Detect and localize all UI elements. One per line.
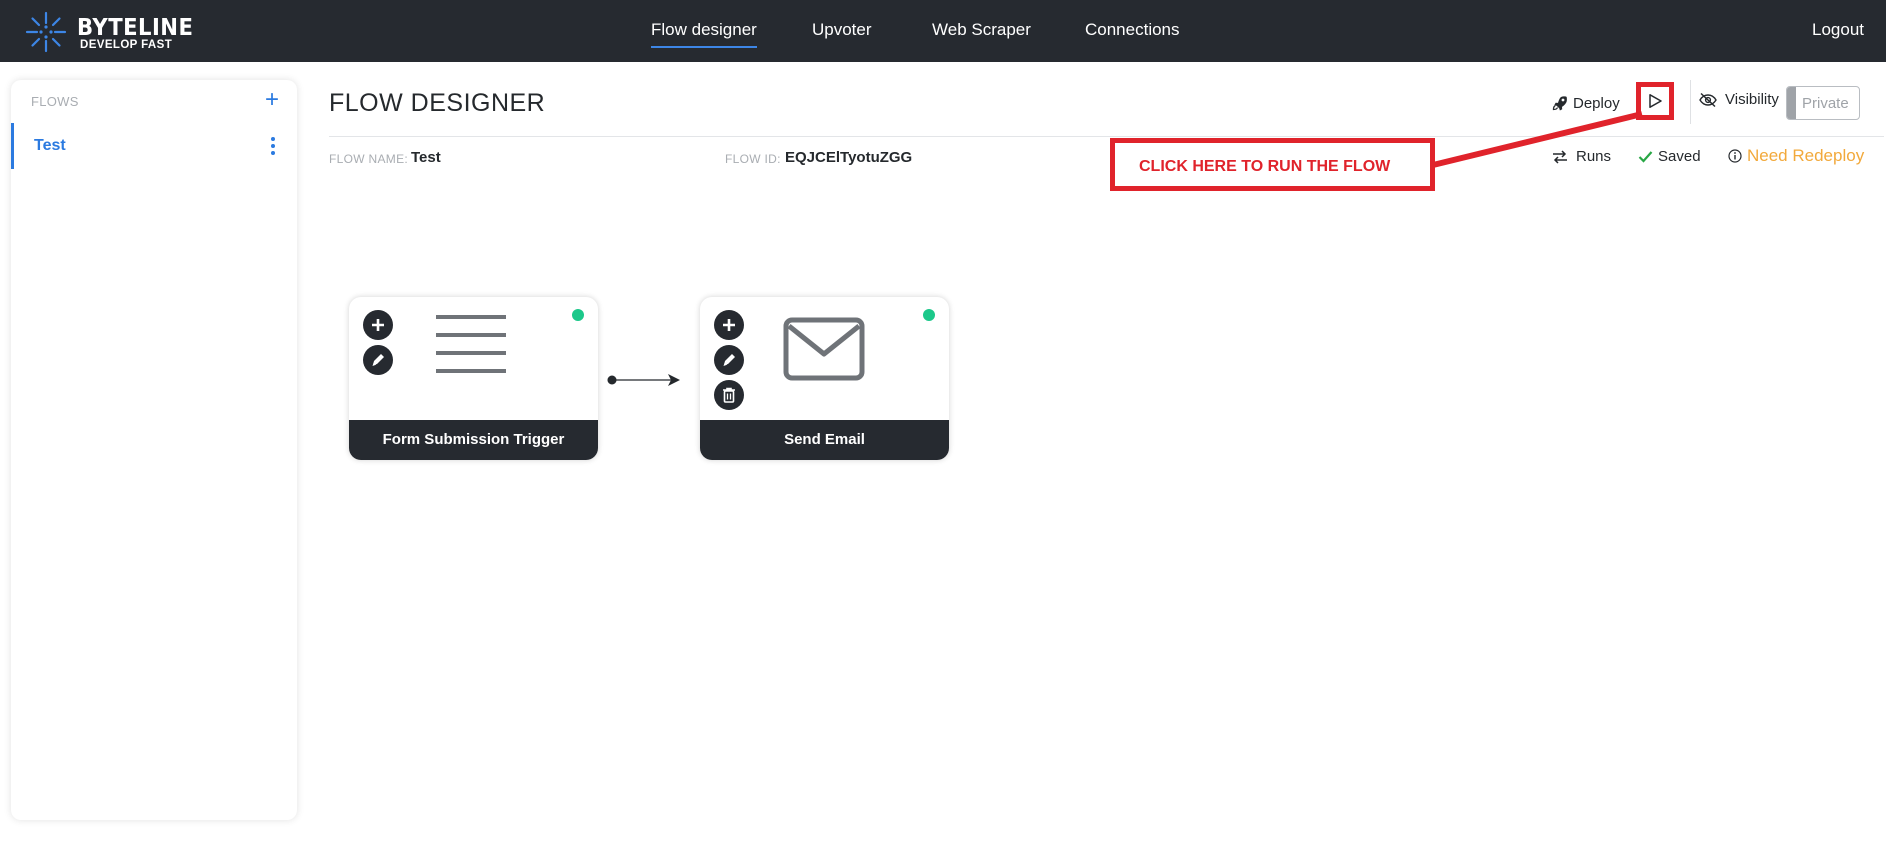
swap-arrows-icon — [1553, 149, 1567, 164]
deploy-label: Deploy — [1573, 94, 1620, 112]
run-flow-button[interactable] — [1636, 82, 1674, 120]
plus-icon — [723, 319, 735, 331]
info-circle-icon — [1728, 149, 1742, 163]
pencil-icon — [372, 354, 384, 366]
flow-id-value: EQJCElTyotuZGG — [785, 149, 913, 166]
trash-icon — [723, 387, 735, 403]
status-dot — [572, 309, 584, 321]
header-divider-line — [329, 136, 1884, 137]
runs-label: Runs — [1576, 148, 1612, 165]
need-redeploy-status: Need Redeploy — [1728, 146, 1864, 166]
visibility-label: Visibility — [1725, 91, 1779, 108]
nav-connections[interactable]: Connections — [1085, 20, 1180, 40]
brand-tagline: DEVELOP FAST — [80, 39, 173, 51]
flow-id-label: FLOW ID: — [725, 152, 781, 166]
runs-button[interactable]: Runs — [1552, 148, 1611, 165]
flow-node-send-email[interactable]: Send Email — [700, 297, 949, 460]
nav-flow-designer[interactable]: Flow designer — [651, 20, 757, 48]
delete-step-button[interactable] — [714, 380, 744, 410]
byteline-logo[interactable]: BYTELINE DEVELOP FAST — [24, 8, 193, 54]
form-lines-icon — [436, 315, 506, 373]
flow-node-form-submission-trigger[interactable]: Form Submission Trigger — [349, 297, 598, 460]
callout-text: CLICK HERE TO RUN THE FLOW — [1139, 158, 1391, 175]
visibility-value: Private — [1802, 95, 1849, 112]
flow-name-value: Test — [411, 149, 441, 166]
node-title: Send Email — [700, 420, 949, 460]
rocket-icon — [1552, 96, 1567, 111]
sidebar-item-label: Test — [34, 137, 66, 154]
page-title: FLOW DESIGNER — [329, 89, 546, 117]
header-divider — [1690, 80, 1691, 124]
top-navbar: BYTELINE DEVELOP FAST Flow designer Upvo… — [0, 0, 1886, 62]
redeploy-label: Need Redeploy — [1747, 146, 1865, 165]
plus-icon — [372, 319, 384, 331]
pencil-icon — [723, 354, 735, 366]
nav-web-scraper[interactable]: Web Scraper — [932, 20, 1031, 40]
add-flow-plus-icon[interactable]: + — [265, 88, 279, 112]
logout-link[interactable]: Logout — [1812, 20, 1864, 40]
kebab-menu-icon[interactable] — [267, 135, 279, 157]
nav-upvoter[interactable]: Upvoter — [812, 20, 872, 40]
toggle-knob — [1787, 87, 1796, 119]
brand-name: BYTELINE — [77, 15, 194, 41]
play-icon — [1649, 94, 1662, 108]
flows-sidebar: FLOWS + Test — [11, 80, 297, 820]
saved-label: Saved — [1658, 148, 1701, 165]
sidebar-item-test[interactable]: Test — [11, 123, 297, 169]
run-flow-callout: CLICK HERE TO RUN THE FLOW — [1110, 138, 1435, 191]
add-step-button[interactable] — [714, 310, 744, 340]
node-connector-arrow — [607, 374, 680, 386]
logo-burst-icon — [25, 11, 67, 53]
envelope-icon — [783, 317, 865, 381]
saved-status: Saved — [1638, 148, 1701, 165]
eye-slash-icon — [1699, 92, 1717, 107]
add-step-button[interactable] — [363, 310, 393, 340]
flows-section-label: FLOWS — [31, 94, 79, 109]
node-title: Form Submission Trigger — [349, 420, 598, 460]
edit-step-button[interactable] — [714, 345, 744, 375]
visibility-control[interactable]: Visibility — [1698, 91, 1779, 108]
visibility-toggle[interactable]: Private — [1786, 86, 1860, 120]
status-dot — [923, 309, 935, 321]
edit-step-button[interactable] — [363, 345, 393, 375]
flow-name-label: FLOW NAME: — [329, 152, 409, 166]
deploy-button[interactable]: Deploy — [1552, 91, 1620, 115]
check-icon — [1638, 151, 1653, 163]
